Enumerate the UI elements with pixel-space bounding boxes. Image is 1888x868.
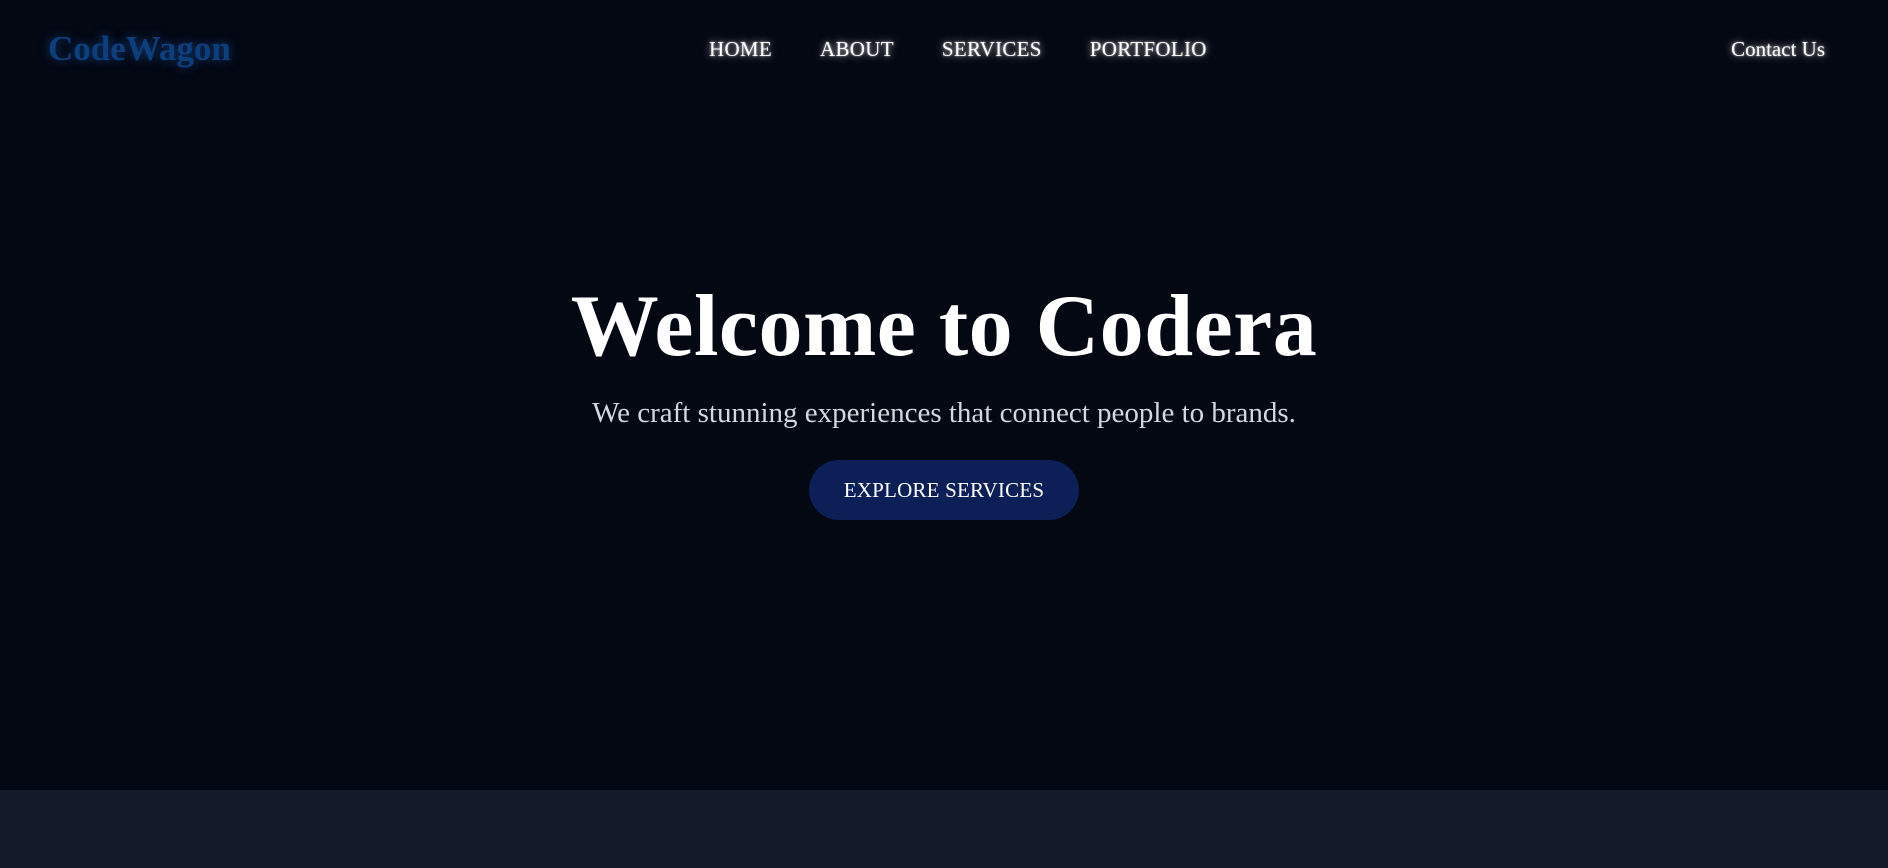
- explore-services-button[interactable]: EXPLORE SERVICES: [809, 460, 1079, 520]
- nav-link-home[interactable]: HOME: [709, 36, 772, 62]
- hero-section: CodeWagon HOME ABOUT SERVICES PORTFOLIO …: [0, 0, 1888, 790]
- nav-link-portfolio[interactable]: PORTFOLIO: [1090, 36, 1207, 62]
- nav-link-services[interactable]: SERVICES: [942, 36, 1042, 62]
- next-section: [0, 790, 1888, 868]
- page: CodeWagon HOME ABOUT SERVICES PORTFOLIO …: [0, 0, 1888, 868]
- nav-link-about[interactable]: ABOUT: [820, 36, 894, 62]
- brand-logo[interactable]: CodeWagon: [48, 27, 231, 71]
- contact-us-link[interactable]: Contact Us: [1731, 36, 1825, 62]
- hero-title: Welcome to Codera: [570, 278, 1318, 375]
- hero-content: Welcome to Codera We craft stunning expe…: [0, 274, 1888, 520]
- hero-subtitle: We craft stunning experiences that conne…: [592, 397, 1296, 429]
- top-navbar: CodeWagon HOME ABOUT SERVICES PORTFOLIO …: [0, 0, 1888, 98]
- primary-nav: HOME ABOUT SERVICES PORTFOLIO: [709, 36, 1207, 62]
